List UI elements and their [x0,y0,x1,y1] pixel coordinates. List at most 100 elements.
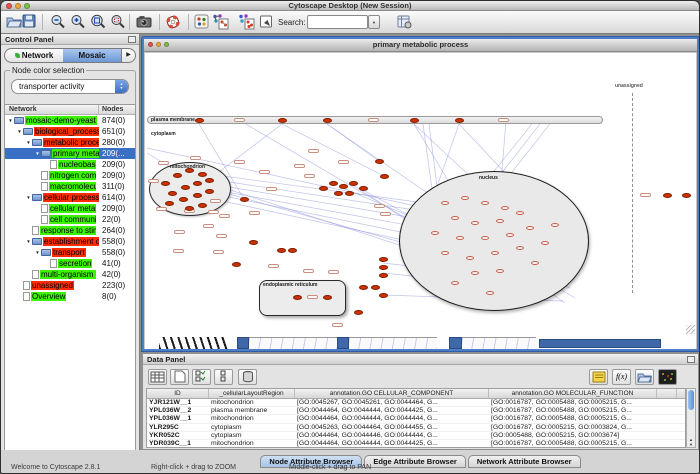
tree-row-primary-metabol[interactable]: ▼primary metabol209(... [5,148,135,159]
gene-node[interactable] [161,181,170,186]
gene-node[interactable] [359,186,368,191]
edge[interactable] [327,124,379,161]
gene-node[interactable] [232,262,241,267]
tree-row-metabolic-process[interactable]: ▼metabolic process280(0) [5,137,135,148]
save-session-icon[interactable] [22,14,39,30]
new-network-selected-nodes-all-edges-icon[interactable] [212,14,229,30]
expand-arrow-icon[interactable]: ▼ [25,140,32,145]
gene-node[interactable] [375,159,384,164]
minimize-button[interactable] [15,3,21,9]
expand-arrow-icon[interactable]: ▼ [25,195,32,200]
gene-node[interactable] [205,178,214,183]
gene-node[interactable] [359,285,368,290]
minimized-frame-strip[interactable] [237,337,249,349]
tree-row-response-to-stimul[interactable]: response to stimul264(0) [5,225,135,236]
gene-node[interactable] [455,118,464,123]
close-button[interactable] [6,3,12,9]
minimized-frame-strip[interactable] [539,339,661,348]
tree-row-secretion[interactable]: secretion41(0) [5,258,135,269]
new-attribute-icon[interactable] [170,369,189,385]
gene-node[interactable] [185,206,194,211]
tab-overflow-arrow[interactable]: ▶ [121,49,135,62]
zoom-selected-region-icon[interactable] [110,14,127,30]
help-icon[interactable] [165,14,182,30]
gene-node[interactable] [198,203,207,208]
select-attributes-icon[interactable] [192,369,211,385]
gene-node[interactable] [380,174,389,179]
scrollbar-arrows-icon[interactable]: ▲▼ [687,437,695,447]
col-header-_cellularLayoutRegion[interactable]: _cellularLayoutRegion [209,389,295,398]
gene-node[interactable] [278,118,287,123]
expand-arrow-icon[interactable]: ▼ [7,118,14,123]
nucleus-region[interactable] [399,171,589,311]
gene-node[interactable] [371,285,380,290]
edge[interactable] [203,178,435,213]
float-panel-icon[interactable] [128,36,136,43]
gene-node[interactable] [379,257,388,262]
tree-row-overview[interactable]: Overview8(0) [5,291,135,302]
zoom-out-icon[interactable] [50,14,67,30]
tree-row-transport[interactable]: ▼transport558(0) [5,247,135,258]
delete-attribute-icon[interactable] [238,369,257,385]
tab-network-attribute-browser[interactable]: Network Attribute Browser [468,455,581,468]
minimized-frame-strip[interactable] [337,337,349,349]
gene-node[interactable] [329,181,338,186]
tree-row-cell-communicat[interactable]: cell communicat22(0) [5,214,135,225]
tree-row-nitrogen-compo[interactable]: nitrogen compo209(0) [5,170,135,181]
tree-col-network[interactable]: Network [9,106,37,113]
annotation-icon[interactable] [259,14,276,30]
gene-node[interactable] [165,201,174,206]
tree-col-nodes[interactable]: Nodes [102,106,123,113]
node-color-dropdown[interactable]: transporter activity ▲▼ [11,79,129,94]
attribute-table-icon[interactable] [148,369,167,385]
col-header-annotation.GO MOLECULAR_FUNCTION[interactable]: annotation.GO MOLECULAR_FUNCTION [489,389,657,398]
gene-node[interactable] [323,295,332,300]
tree-row-cellular-metabol[interactable]: cellular metabol209(0) [5,203,135,214]
frame-minimize-button[interactable] [156,42,161,47]
gene-node[interactable] [185,168,194,173]
table-row-YPL036W__1[interactable]: YPL036W__1mitochondrion[GO:0044464, GO:0… [147,415,685,423]
gene-node[interactable] [379,293,388,298]
gene-node[interactable] [288,248,297,253]
table-row-YLR295C[interactable]: YLR295Ccytoplasm[GO:0045263, GO:0044464,… [147,424,685,432]
tab-edge-attribute-browser[interactable]: Edge Attribute Browser [364,455,465,468]
gene-node[interactable] [181,185,190,190]
gene-node[interactable] [249,240,258,245]
minimized-frame-strip[interactable] [249,337,337,349]
tree-row-unassigned[interactable]: unassigned223(0) [5,280,135,291]
app-titlebar[interactable]: Cytoscape Desktop (New Session) [1,1,699,11]
gene-node[interactable] [334,191,343,196]
network-canvas[interactable]: plasma membrane cytoplasm mitochondrion … [145,53,696,349]
col-header-extra[interactable] [657,389,677,398]
gene-node[interactable] [319,186,328,191]
gene-node[interactable] [323,118,332,123]
table-scrollbar[interactable]: ▲▼ [686,388,696,448]
gene-node[interactable] [682,193,691,198]
search-dropdown-button[interactable]: ▼ [368,15,380,29]
expand-arrow-icon[interactable]: ▼ [34,250,41,255]
gene-node[interactable] [198,172,207,177]
attribute-table[interactable]: ID_cellularLayoutRegionannotation.GO CEL… [146,388,686,448]
gene-node[interactable] [240,197,249,202]
zoom-button[interactable] [24,3,30,9]
minimized-frame-strip[interactable] [449,337,462,349]
gene-node[interactable] [663,193,672,198]
dropdown-stepper-icon[interactable]: ▲▼ [115,80,128,93]
snapshot-icon[interactable] [136,14,153,30]
zoom-in-icon[interactable] [70,14,87,30]
gene-node[interactable] [379,273,388,278]
float-panel-icon[interactable] [687,356,695,363]
network-view-titlebar[interactable]: primary metabolic process [144,39,697,52]
edge[interactable] [282,124,384,176]
tree-row-biological-process[interactable]: ▼biological_process651(0) [5,126,135,137]
gene-node[interactable] [410,118,419,123]
gene-node[interactable] [168,191,177,196]
gene-node[interactable] [293,295,302,300]
gene-node[interactable] [277,248,286,253]
import-attributes-icon[interactable] [635,369,654,385]
tab-mosaic[interactable]: Mosaic [63,49,121,62]
attribute-import-icon[interactable] [397,14,414,30]
network-view-window[interactable]: primary metabolic process plasma membran… [142,37,699,351]
expand-arrow-icon[interactable]: ▼ [34,151,41,156]
zoom-fit-icon[interactable] [90,14,107,30]
